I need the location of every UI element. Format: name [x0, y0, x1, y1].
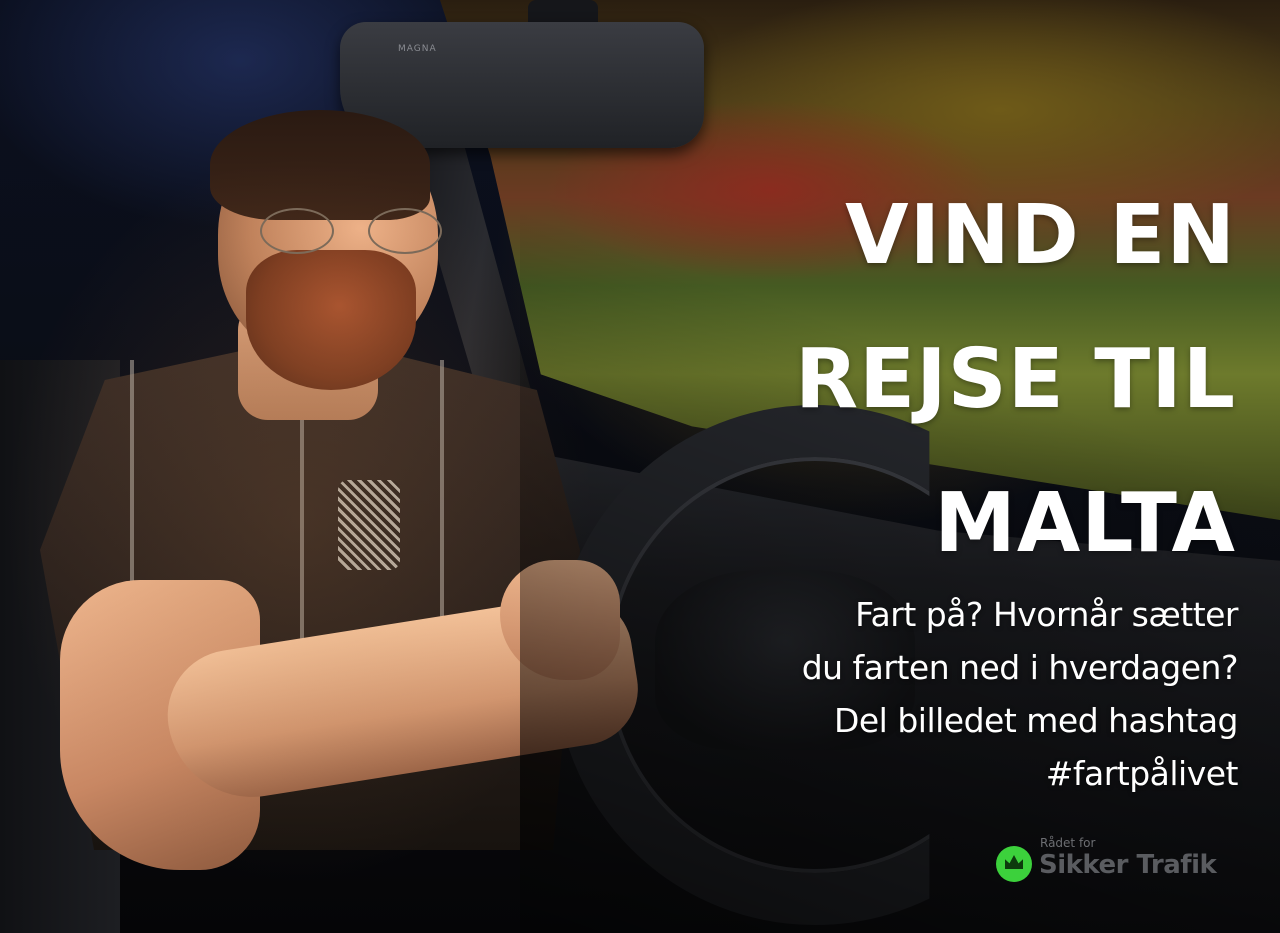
glasses [250, 200, 450, 254]
mirror-brand-text: MAGNA [398, 44, 437, 54]
crown-icon [1005, 855, 1023, 869]
headline-line: VIND EN [845, 188, 1236, 283]
logo-small-text: Rådet for [1040, 836, 1096, 850]
logo-big-text: Sikker Trafik [1039, 850, 1217, 880]
headline-line: REJSE TIL [795, 332, 1236, 427]
driver-beard [246, 250, 416, 390]
hashtag: #fartpålivet [1045, 754, 1239, 793]
sikker-trafik-logo: Rådet for Sikker Trafik [996, 836, 1236, 884]
headline: VIND EN REJSE TIL MALTA [795, 164, 1236, 596]
headline-line: MALTA [934, 476, 1236, 571]
subtext-line: Fart på? Hvornår sætter [855, 595, 1238, 634]
campaign-subtext: Fart på? Hvornår sætter du farten ned i … [801, 588, 1239, 800]
subtext-line: Del billedet med hashtag [833, 701, 1239, 740]
subtext-line: du farten ned i hverdagen? [801, 648, 1239, 687]
photo-stage: MAGNA VIND EN REJSE TIL MALTA Fart på? H… [0, 0, 1280, 933]
glasses-lens [368, 208, 442, 254]
logo-badge [996, 846, 1032, 882]
shirt-print [338, 480, 400, 570]
glasses-lens [260, 208, 334, 254]
